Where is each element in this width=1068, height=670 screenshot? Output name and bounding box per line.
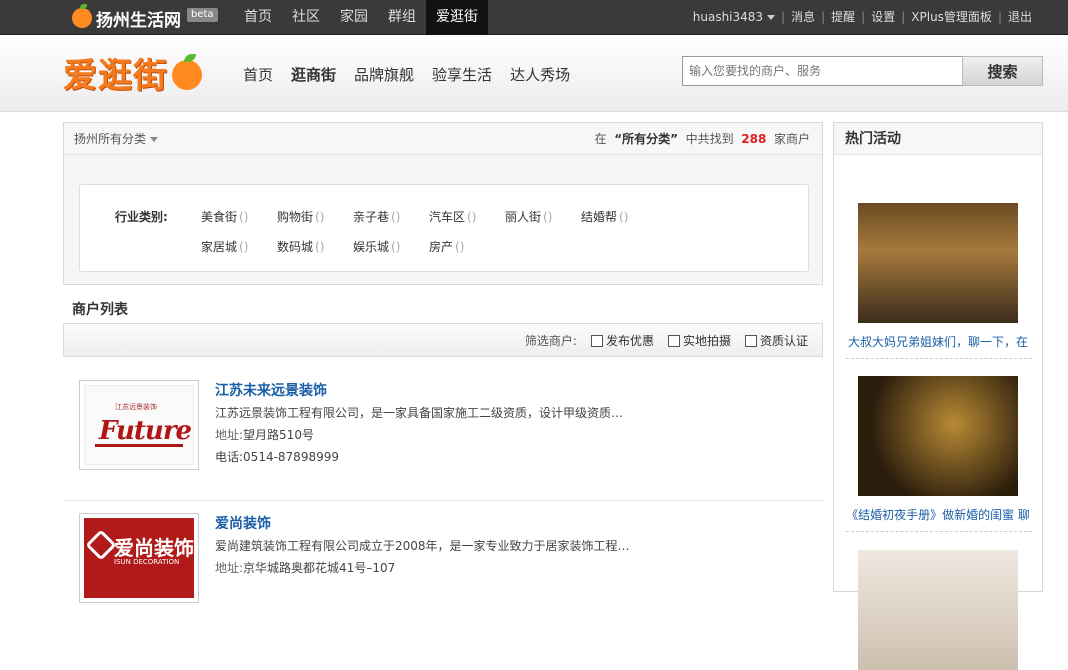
top-nav-groups[interactable]: 群组 [378,0,426,35]
main-nav-experience[interactable]: 验享生活 [432,64,492,85]
brand-logo[interactable]: 爱逛街 [63,48,204,97]
chevron-down-icon [767,15,776,20]
result-count: 在 “所有分类” 中共找到 288 家商户 [594,132,810,146]
beta-badge: beta [187,8,218,22]
site-name: 扬州生活网 [96,10,181,31]
merchant-name[interactable]: 爱尚装饰 [215,513,815,535]
filter-photo-checkbox[interactable]: 实地拍摄 [667,324,731,358]
merchant-phone: 电话:0514-87898999 [215,450,339,464]
merchant-desc: 江苏远景装饰工程有限公司，是一家具备国家施工二级资质，设计甲级资质… [215,406,624,420]
merchant-address: 地址:京华城路奥都花城41号–107 [215,561,396,575]
chevron-down-icon [150,137,159,142]
merchant-logo[interactable]: 江苏远景装饰 Future [79,380,199,470]
top-nav-home[interactable]: 首页 [234,0,282,35]
merchant-desc: 爱尚建筑装饰工程有限公司成立于2008年，是一家专业致力于居家装饰工程… [215,539,630,553]
activity-caption[interactable]: 大叔大妈兄弟姐妹们，聊一下，在 [834,333,1042,350]
username: huashi3483 [692,10,764,24]
filter-header: 扬州所有分类 在 “所有分类” 中共找到 288 家商户 [64,123,822,155]
category-digital[interactable]: 数码城() [277,238,353,255]
top-nav-community[interactable]: 社区 [282,0,330,35]
top-nav: 首页 社区 家园 群组 爱逛街 [234,0,488,35]
admin-panel-link[interactable]: XPlus管理面板 [907,0,996,35]
filter-label: 筛选商户: [524,334,577,348]
category-wedding[interactable]: 结婚帮() [581,208,657,225]
main-nav: 首页 逛商街 品牌旗舰 验享生活 达人秀场 [234,64,579,85]
logout-link[interactable]: 退出 [1004,0,1036,35]
activity-image[interactable] [858,203,1018,323]
category-food[interactable]: 美食街() [201,208,277,225]
category-home[interactable]: 家居城() [201,238,277,255]
activity-caption[interactable]: 《结婚初夜手册》做新婚的闺蜜 聊 [834,506,1042,523]
messages-link[interactable]: 消息 [787,0,819,35]
search-button[interactable]: 搜索 [962,56,1043,86]
merchant-address: 地址:望月路510号 [215,428,314,442]
list-divider [63,500,823,501]
checkbox-icon[interactable] [667,335,680,347]
hot-activities-sidebar: 热门活动 大叔大妈兄弟姐妹们，聊一下，在 《结婚初夜手册》做新婚的闺蜜 聊 [833,122,1043,670]
activity-image[interactable] [858,376,1018,496]
merchant-count: 288 [741,132,767,146]
category-grid: 美食街() 购物街() 亲子巷() 汽车区() 丽人街() 结婚帮() 家居城(… [201,208,761,255]
activity-image[interactable] [858,550,1018,670]
filter-panel: 扬州所有分类 在 “所有分类” 中共找到 288 家商户 行业类别: 美食街()… [63,122,823,285]
main-nav-home[interactable]: 首页 [243,64,273,85]
diamond-logo-icon [85,529,117,561]
category-beauty[interactable]: 丽人街() [505,208,581,225]
category-shopping[interactable]: 购物街() [277,208,353,225]
merchant-logo[interactable]: 爱尚装饰 ISUN DECORATION [79,513,199,603]
site-logo[interactable]: 扬州生活网 beta [72,4,218,31]
orange-mascot-icon [170,53,204,92]
merchant-list-title: 商户列表 [72,302,128,318]
search-input[interactable] [682,56,962,86]
merchant-filter-bar: 筛选商户: 发布优惠 实地拍摄 资质认证 [63,323,823,357]
user-bar: huashi3483 | 消息 | 提醒 | 设置 | XPlus管理面板 | … [689,0,1036,35]
category-parenting[interactable]: 亲子巷() [353,208,429,225]
category-box: 行业类别: 美食街() 购物街() 亲子巷() 汽车区() 丽人街() 结婚帮(… [79,184,809,272]
top-nav-home-garden[interactable]: 家园 [330,0,378,35]
brand-header: 爱逛街 首页 逛商街 品牌旗舰 验享生活 达人秀场 搜索 [0,36,1068,112]
user-menu[interactable]: huashi3483 [689,0,779,35]
filter-promo-checkbox[interactable]: 发布优惠 [590,324,654,358]
filter-certified-checkbox[interactable]: 资质认证 [744,324,808,358]
search-bar: 搜索 [682,56,1043,86]
merchant-name[interactable]: 江苏未来远景装饰 [215,380,815,402]
brand-name: 爱逛街 [63,56,168,96]
reminders-link[interactable]: 提醒 [827,0,859,35]
main-nav-browse-streets[interactable]: 逛商街 [291,64,336,85]
main-nav-experts[interactable]: 达人秀场 [510,64,570,85]
orange-logo-icon [72,4,92,28]
category-entertainment[interactable]: 娱乐城() [353,238,429,255]
region-dropdown[interactable]: 扬州所有分类 [74,132,159,146]
category-auto[interactable]: 汽车区() [429,208,505,225]
top-nav-shopping[interactable]: 爱逛街 [426,0,488,35]
category-realestate[interactable]: 房产() [429,238,505,255]
main-nav-brands[interactable]: 品牌旗舰 [354,64,414,85]
checkbox-icon[interactable] [590,335,603,347]
sidebar-title: 热门活动 [834,123,1042,155]
top-bar: 扬州生活网 beta 首页 社区 家园 群组 爱逛街 huashi3483 | … [0,0,1068,35]
category-label: 行业类别: [115,210,168,224]
settings-link[interactable]: 设置 [867,0,899,35]
checkbox-icon[interactable] [744,335,757,347]
